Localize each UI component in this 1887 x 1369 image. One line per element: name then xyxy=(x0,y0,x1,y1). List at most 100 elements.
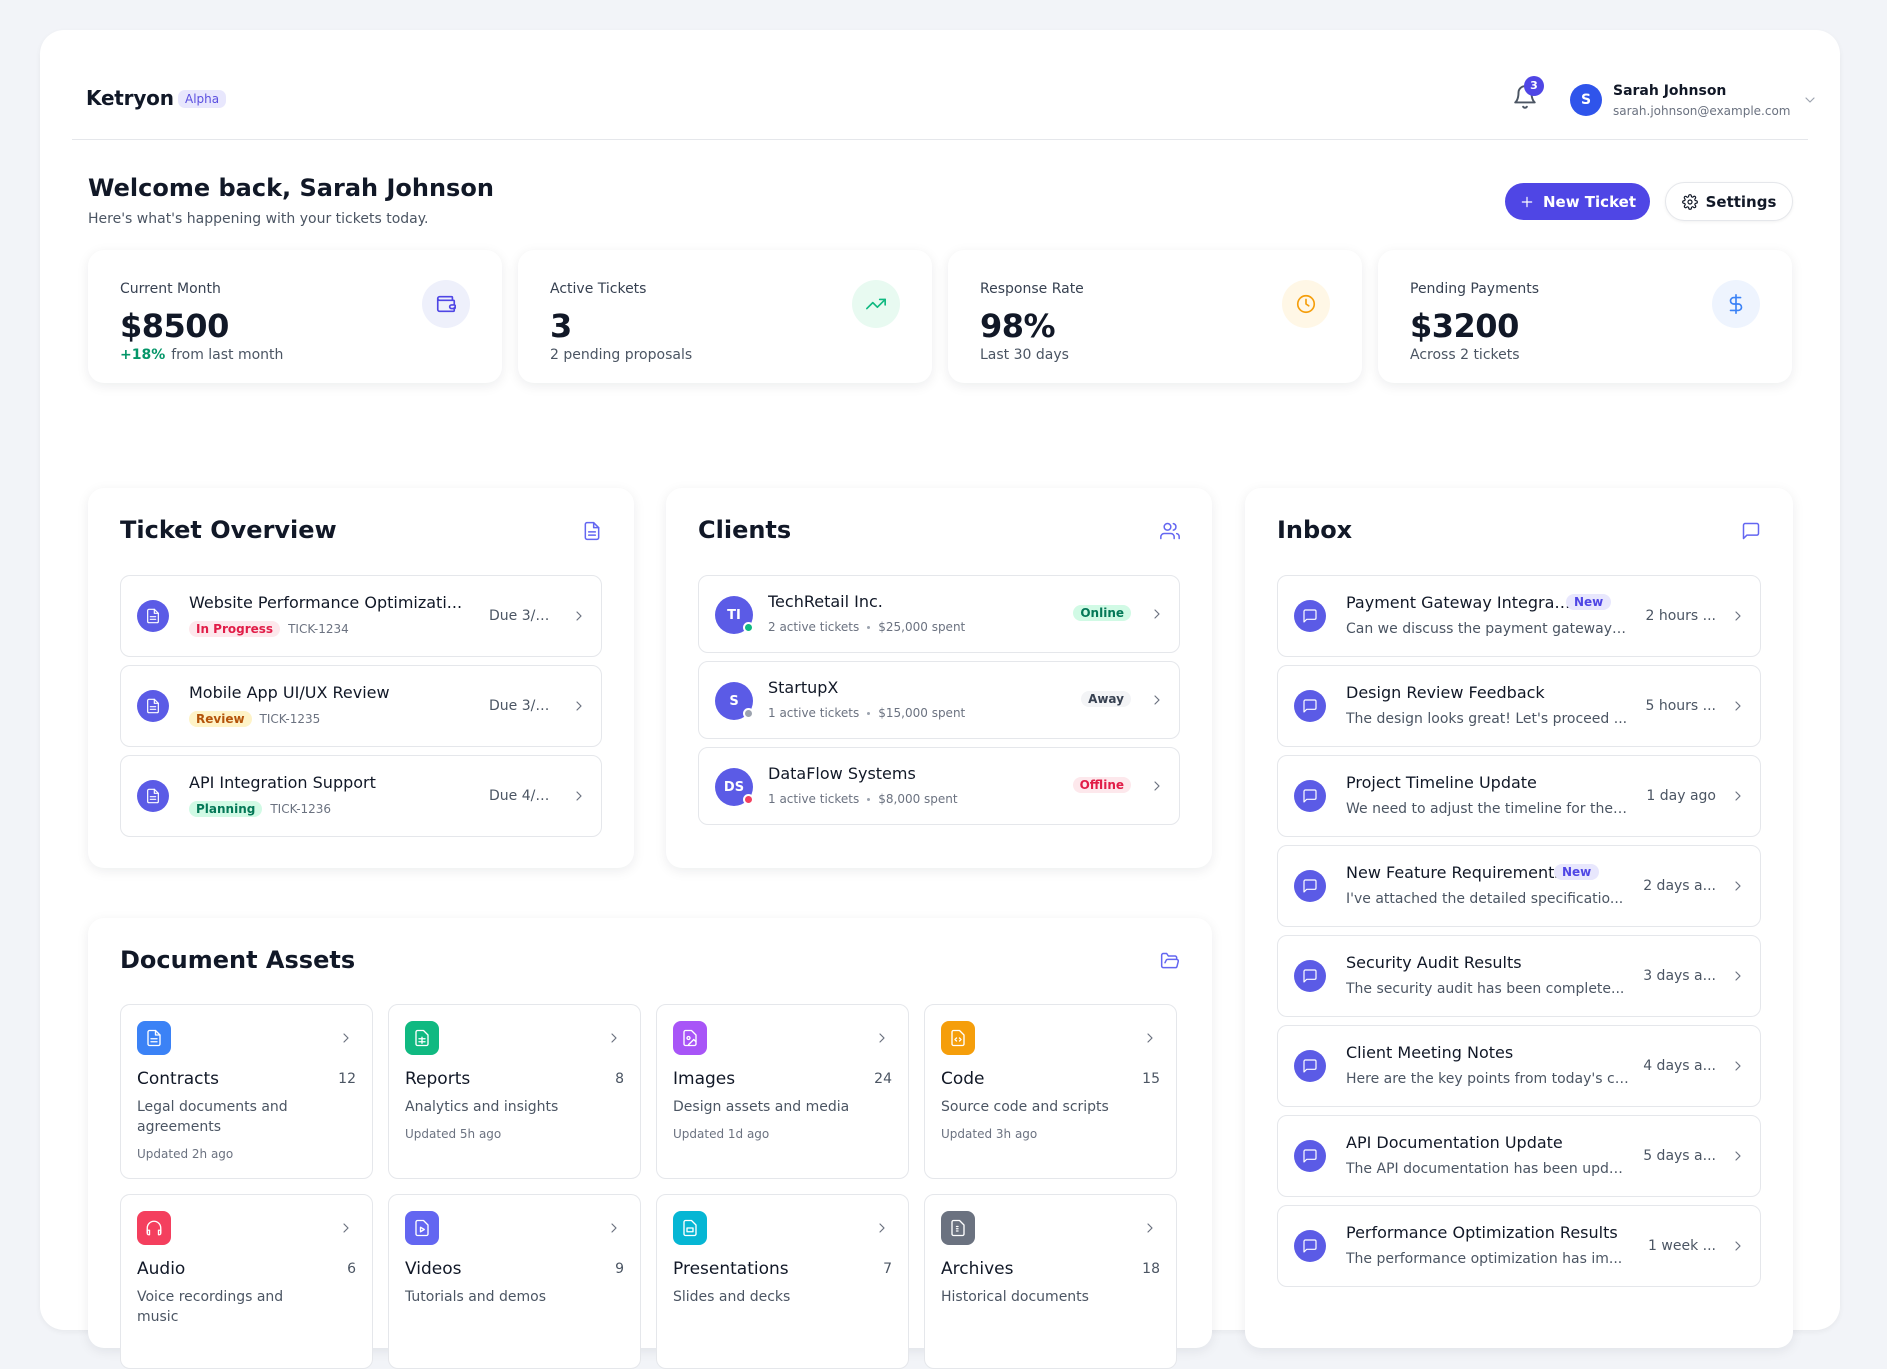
chevron-right-icon xyxy=(1149,692,1165,708)
status-badge: Online xyxy=(1073,605,1131,621)
message-title: Client Meeting Notes xyxy=(1346,1043,1514,1062)
client-row[interactable]: S StartupX 1 active tickets $15,000 spent… xyxy=(698,661,1180,739)
document-folder-card[interactable]: Code 15 Source code and scripts Updated 3h … xyxy=(924,1004,1177,1179)
message-icon[interactable] xyxy=(1741,521,1761,541)
inbox-message-row[interactable]: API Documentation Update The API document… xyxy=(1277,1115,1761,1197)
user-avatar[interactable]: S xyxy=(1570,84,1602,116)
message-icon xyxy=(1294,1140,1326,1172)
ticket-id: TICK-1236 xyxy=(270,802,332,816)
document-folder-card[interactable]: Contracts 12 Legal documents and agreement… xyxy=(120,1004,373,1179)
inbox-message-row[interactable]: Security Audit Results The security audit… xyxy=(1277,935,1761,1017)
message-icon xyxy=(1294,1050,1326,1082)
ticket-title: Website Performance Optimizati... xyxy=(189,593,463,612)
document-folder-card[interactable]: Videos 9 Tutorials and demos xyxy=(388,1194,641,1369)
dollar-icon xyxy=(1712,280,1760,328)
ticket-meta: In Progress TICK-1234 xyxy=(189,621,349,637)
folder-name: Reports xyxy=(405,1069,471,1089)
ticket-row[interactable]: Mobile App UI/UX Review Review TICK-1235… xyxy=(120,665,602,747)
chevron-down-icon[interactable] xyxy=(1802,92,1818,108)
chevron-right-icon xyxy=(338,1220,354,1236)
chevron-right-icon xyxy=(571,608,587,624)
stat-change: +18% xyxy=(120,347,166,363)
stat-sub-label: Across 2 tickets xyxy=(1410,347,1520,363)
message-title: Design Review Feedback xyxy=(1346,683,1545,702)
message-icon xyxy=(1294,870,1326,902)
message-time: 3 days a... xyxy=(1643,968,1716,984)
client-meta: 2 active tickets $25,000 spent xyxy=(768,620,965,634)
client-row[interactable]: TI TechRetail Inc. 2 active tickets $25,0… xyxy=(698,575,1180,653)
inbox-message-row[interactable]: Design Review Feedback The design looks g… xyxy=(1277,665,1761,747)
document-folder-card[interactable]: Archives 18 Historical documents xyxy=(924,1194,1177,1369)
stat-sub-label: Last 30 days xyxy=(980,347,1069,363)
users-icon[interactable] xyxy=(1160,521,1180,541)
document-folder-card[interactable]: Reports 8 Analytics and insights Updated 5h… xyxy=(388,1004,641,1179)
ticket-title: API Integration Support xyxy=(189,773,376,792)
ticket-row[interactable]: Website Performance Optimizati... In Pro… xyxy=(120,575,602,657)
message-icon xyxy=(1294,600,1326,632)
chevron-right-icon xyxy=(1149,606,1165,622)
status-badge: Offline xyxy=(1072,777,1131,793)
wallet-icon xyxy=(422,280,470,328)
chevron-right-icon xyxy=(874,1030,890,1046)
client-meta: 1 active tickets $8,000 spent xyxy=(768,792,958,806)
inbox-message-row[interactable]: Performance Optimization Results The perf… xyxy=(1277,1205,1761,1287)
code-icon xyxy=(941,1021,975,1055)
stat-label: Current Month xyxy=(120,281,221,297)
stat-card-active-tickets[interactable]: Active Tickets 3 2 pending proposals xyxy=(518,250,932,383)
stat-value: $8500 xyxy=(120,307,229,345)
stat-card-response-rate[interactable]: Response Rate 98% Last 30 days xyxy=(948,250,1362,383)
folder-count: 24 xyxy=(874,1071,892,1087)
message-icon xyxy=(1294,960,1326,992)
inbox-message-row[interactable]: New Feature Requirements New I've attached… xyxy=(1277,845,1761,927)
inbox-message-row[interactable]: Client Meeting Notes Here are the key poi… xyxy=(1277,1025,1761,1107)
chevron-right-icon xyxy=(1149,778,1165,794)
document-folder-card[interactable]: Audio 6 Voice recordings and music xyxy=(120,1194,373,1369)
document-folder-card[interactable]: Presentations 7 Slides and decks xyxy=(656,1194,909,1369)
status-badge: In Progress xyxy=(189,621,281,637)
folder-name: Presentations xyxy=(673,1259,789,1279)
client-spent: $15,000 spent xyxy=(878,706,966,720)
folder-name: Images xyxy=(673,1069,736,1089)
client-tickets: 2 active tickets xyxy=(768,620,860,634)
client-row[interactable]: DS DataFlow Systems 1 active tickets $8,0… xyxy=(698,747,1180,825)
user-name[interactable]: Sarah Johnson xyxy=(1613,83,1726,99)
inbox-message-row[interactable]: Payment Gateway Integrat... New Can we dis… xyxy=(1277,575,1761,657)
chevron-right-icon xyxy=(1730,1238,1746,1254)
new-badge: New xyxy=(1554,864,1600,880)
document-folder-card[interactable]: Images 24 Design assets and media Updated 1… xyxy=(656,1004,909,1179)
folder-description: Slides and decks xyxy=(673,1289,791,1305)
folder-name: Videos xyxy=(405,1259,462,1279)
panel-title: Clients xyxy=(698,516,792,544)
ticket-overview-panel: Ticket Overview Website Performance Opti… xyxy=(88,488,634,868)
chevron-right-icon xyxy=(606,1220,622,1236)
document-assets-panel: Document Assets Contracts 12 Legal documen… xyxy=(88,918,1212,1369)
page-subtitle: Here's what's happening with your ticket… xyxy=(88,211,429,227)
message-time: 2 days a... xyxy=(1643,878,1716,894)
ticket-row[interactable]: API Integration Support Planning TICK-12… xyxy=(120,755,602,837)
client-tickets: 1 active tickets xyxy=(768,792,860,806)
inbox-message-row[interactable]: Project Timeline Update We need to adjust… xyxy=(1277,755,1761,837)
new-badge: New xyxy=(1566,594,1612,610)
new-ticket-button[interactable]: New Ticket xyxy=(1505,183,1650,220)
stat-card-pending-payments[interactable]: Pending Payments $3200 Across 2 tickets xyxy=(1378,250,1792,383)
message-title: Performance Optimization Results xyxy=(1346,1223,1618,1242)
settings-label: Settings xyxy=(1705,192,1777,211)
message-preview: The performance optimization has im... xyxy=(1346,1251,1623,1267)
stat-label: Response Rate xyxy=(980,281,1084,297)
stat-value: 3 xyxy=(550,307,572,345)
folder-count: 9 xyxy=(615,1261,624,1277)
folder-description: Design assets and media xyxy=(673,1099,850,1115)
message-preview: Here are the key points from today's cl.… xyxy=(1346,1071,1630,1087)
folder-open-icon[interactable] xyxy=(1160,951,1180,971)
file-icon[interactable] xyxy=(582,521,602,541)
trending-up-icon xyxy=(852,280,900,328)
stat-card-current-month[interactable]: Current Month $8500 +18% from last month xyxy=(88,250,502,383)
chevron-right-icon xyxy=(1142,1220,1158,1236)
settings-button[interactable]: Settings xyxy=(1665,182,1793,221)
client-tickets: 1 active tickets xyxy=(768,706,860,720)
gear-icon xyxy=(1681,193,1698,210)
file-text-icon xyxy=(137,600,169,632)
inbox-panel: Inbox Payment Gateway Integrat... New Can … xyxy=(1245,488,1793,1348)
brand-name[interactable]: Ketryon xyxy=(86,86,174,110)
folder-count: 6 xyxy=(347,1261,356,1277)
